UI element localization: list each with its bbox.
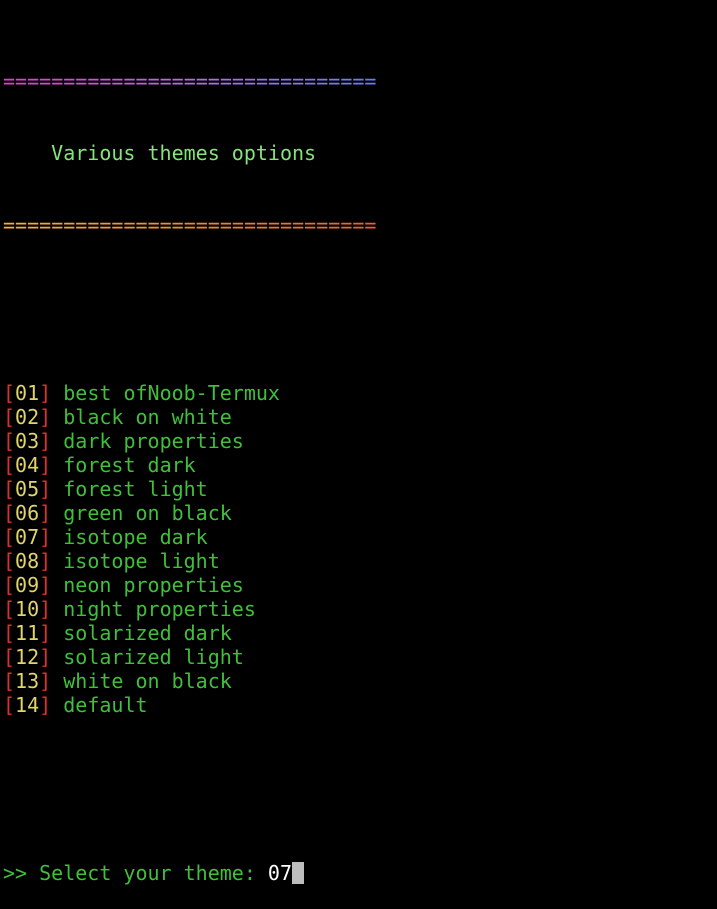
option-number: 14 — [15, 693, 40, 717]
option-label: night properties — [63, 597, 256, 621]
bracket-open: [ — [3, 501, 16, 525]
option-number: 07 — [15, 525, 40, 549]
prompt-text: >> Select your theme: — [3, 861, 268, 885]
bracket-close: ] — [39, 477, 64, 501]
prompt-line[interactable]: >> Select your theme: 07 — [3, 861, 713, 885]
option-number: 08 — [15, 549, 40, 573]
option-number: 12 — [15, 645, 40, 669]
option-number: 01 — [15, 381, 40, 405]
bracket-open: [ — [3, 573, 16, 597]
bracket-close: ] — [39, 381, 64, 405]
option-label: default — [63, 693, 148, 717]
theme-option-04[interactable]: [04] forest dark — [3, 453, 713, 477]
theme-option-07[interactable]: [07] isotope dark — [3, 525, 713, 549]
option-label: solarized dark — [63, 621, 232, 645]
bracket-open: [ — [3, 693, 16, 717]
option-number: 09 — [15, 573, 40, 597]
theme-option-02[interactable]: [02] black on white — [3, 405, 713, 429]
bracket-open: [ — [3, 549, 16, 573]
bracket-open: [ — [3, 477, 16, 501]
option-number: 02 — [15, 405, 40, 429]
bracket-open: [ — [3, 597, 16, 621]
bracket-open: [ — [3, 645, 16, 669]
header-title: Various themes options — [3, 141, 317, 165]
bracket-close: ] — [39, 525, 64, 549]
bracket-close: ] — [39, 645, 64, 669]
option-number: 06 — [15, 501, 40, 525]
option-label: white on black — [63, 669, 232, 693]
option-label: best ofNoob-Termux — [63, 381, 280, 405]
theme-option-13[interactable]: [13] white on black — [3, 669, 713, 693]
bracket-open: [ — [3, 405, 16, 429]
bracket-close: ] — [39, 597, 64, 621]
theme-option-01[interactable]: [01] best ofNoob-Termux — [3, 381, 713, 405]
bracket-open: [ — [3, 621, 16, 645]
option-label: isotope light — [63, 549, 220, 573]
option-label: forest light — [63, 477, 208, 501]
option-label: green on black — [63, 501, 232, 525]
option-label: isotope dark — [63, 525, 208, 549]
theme-option-08[interactable]: [08] isotope light — [3, 549, 713, 573]
bracket-open: [ — [3, 429, 16, 453]
theme-option-12[interactable]: [12] solarized light — [3, 645, 713, 669]
bracket-close: ] — [39, 429, 64, 453]
terminal-screen[interactable]: =============================== Various … — [3, 21, 713, 909]
option-number: 13 — [15, 669, 40, 693]
option-label: solarized light — [63, 645, 244, 669]
bracket-open: [ — [3, 669, 16, 693]
option-number: 10 — [15, 597, 40, 621]
theme-menu-list: [01] best ofNoob-Termux [02] black on whi… — [3, 381, 713, 717]
bracket-close: ] — [39, 669, 64, 693]
bracket-open: [ — [3, 525, 16, 549]
bracket-close: ] — [39, 621, 64, 645]
theme-option-11[interactable]: [11] solarized dark — [3, 621, 713, 645]
theme-option-09[interactable]: [09] neon properties — [3, 573, 713, 597]
bracket-close: ] — [39, 549, 64, 573]
bracket-close: ] — [39, 573, 64, 597]
option-number: 05 — [15, 477, 40, 501]
theme-option-10[interactable]: [10] night properties — [3, 597, 713, 621]
option-label: forest dark — [63, 453, 196, 477]
option-label: black on white — [63, 405, 232, 429]
option-label: dark properties — [63, 429, 244, 453]
option-label: neon properties — [63, 573, 244, 597]
bracket-open: [ — [3, 453, 16, 477]
bracket-open: [ — [3, 381, 16, 405]
bracket-close: ] — [39, 453, 64, 477]
option-number: 03 — [15, 429, 40, 453]
option-number: 04 — [15, 453, 40, 477]
theme-input[interactable]: 07 — [268, 861, 292, 885]
cursor-block — [292, 862, 304, 884]
theme-option-06[interactable]: [06] green on black — [3, 501, 713, 525]
header-border-bottom: =============================== — [3, 213, 377, 237]
theme-option-05[interactable]: [05] forest light — [3, 477, 713, 501]
bracket-close: ] — [39, 405, 64, 429]
bracket-close: ] — [39, 501, 64, 525]
theme-option-14[interactable]: [14] default — [3, 693, 713, 717]
option-number: 11 — [15, 621, 40, 645]
header-border-top: =============================== — [3, 69, 377, 93]
theme-option-03[interactable]: [03] dark properties — [3, 429, 713, 453]
bracket-close: ] — [39, 693, 64, 717]
